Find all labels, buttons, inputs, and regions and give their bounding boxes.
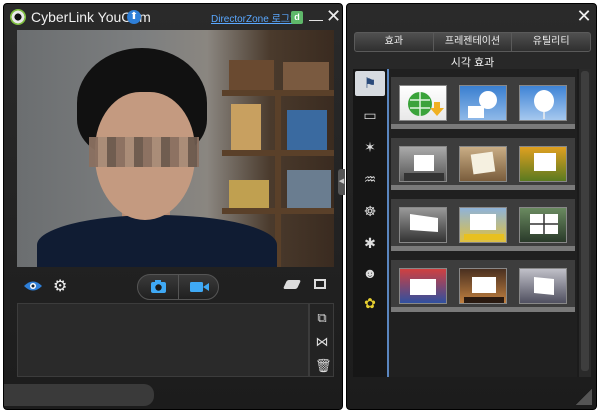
tab-effects[interactable]: 효과 [355,33,434,51]
import-icon[interactable]: ⧉ [315,311,329,325]
effect-thumbnail[interactable] [459,207,507,243]
mask-icon[interactable]: ♒ [361,170,379,188]
effect-thumbnail[interactable] [519,207,567,243]
effect-thumbnail[interactable] [459,85,507,121]
photo-capture-button[interactable] [138,275,179,299]
youcam-logo [10,9,26,25]
theater-stage-icon [464,277,504,303]
effects-row [391,138,575,190]
effects-tabs: 효과 프레젠테이션 유틸리티 [354,32,591,52]
title-bar[interactable]: CyberLink YouCam ⬆ DirectorZone 로그인 d — … [4,4,342,30]
directorzone-icon[interactable]: d [291,11,303,24]
taxi-street-icon [464,214,504,240]
directorzone-login-link[interactable]: DirectorZone 로그인 [211,10,299,25]
share-icon[interactable]: ⋈ [315,335,329,349]
balloon-icon [534,90,554,119]
eraser-icon[interactable] [282,280,302,289]
resize-grip[interactable] [576,389,592,405]
effect-thumbnail[interactable] [519,268,567,304]
book [287,170,331,208]
magic-wand-icon[interactable]: ✶ [361,138,379,156]
media-tray-tools: ⧉ ⋈ 🗑 [309,303,334,377]
box [229,60,274,90]
picture-frame-icon [470,151,496,175]
effects-scrollbar-thumb[interactable] [581,71,589,371]
person-body [37,215,277,267]
panel-title: 시각 효과 [450,57,495,69]
tab-presentation[interactable]: 프레젠테이션 [434,33,513,51]
flag-icon[interactable]: ⚑ [361,74,379,92]
effects-close-button[interactable]: ✕ [576,7,592,25]
effect-thumbnail[interactable] [459,268,507,304]
avatar-icon[interactable]: ☸ [361,202,379,220]
window-frame-icon [530,214,558,234]
effects-row [391,260,575,312]
effects-row [391,199,575,251]
effects-area: ⚑ ▭ ✶ ♒ ☸ ✱ ☻ ✿ [353,69,591,377]
delete-icon[interactable]: 🗑 [315,359,332,373]
frame-icon[interactable]: ▭ [361,106,379,124]
autumn-frame-icon [534,153,556,171]
effect-thumbnail[interactable] [399,207,447,243]
book [287,110,327,150]
effect-thumbnail[interactable] [459,146,507,182]
minimize-button[interactable]: — [309,8,323,27]
times-square-icon [410,279,436,295]
video-camera-icon [190,282,209,292]
box [283,62,329,90]
camera-window: CyberLink YouCam ⬆ DirectorZone 로그인 d — … [3,3,345,410]
city-building-icon [534,277,554,295]
effect-thumbnail[interactable] [399,146,447,182]
tab-utilities[interactable]: 유틸리티 [512,33,590,51]
media-tray[interactable] [17,303,309,377]
status-bar [4,384,154,406]
video-capture-button[interactable] [179,275,219,299]
download-globe-icon [408,92,444,116]
room-frame-icon [404,155,444,181]
billboard-icon [410,214,438,232]
update-icon[interactable]: ⬆ [127,10,141,24]
emoticon-icon[interactable]: ☻ [361,264,379,282]
category-rail: ⚑ ▭ ✶ ♒ ☸ ✱ ☻ ✿ [353,69,387,377]
privacy-blur [89,137,199,167]
effect-thumbnail[interactable] [399,85,447,121]
particle-icon[interactable]: ✱ [361,234,379,252]
effect-thumbnail[interactable] [519,85,567,121]
effect-thumbnail[interactable] [519,146,567,182]
box [229,180,269,208]
window-mode-icon[interactable] [314,279,326,289]
bubble-frame-icon [468,91,497,118]
expand-panel-handle[interactable]: ◀ [338,169,345,195]
camera-toolbar: ⚙ [17,272,334,302]
book [231,104,261,150]
sticker-icon[interactable]: ✿ [361,294,379,312]
camera-preview [17,30,334,267]
eye-icon[interactable] [23,279,43,293]
effects-row [391,77,575,129]
settings-gear-icon[interactable]: ⚙ [53,276,67,296]
close-button[interactable]: ✕ [326,7,341,25]
effect-thumbnail[interactable] [399,268,447,304]
camera-icon [151,280,166,293]
capture-mode-group [137,274,219,300]
effects-window: ✕ 효과 프레젠테이션 유틸리티 시각 효과 ⚑ ▭ ✶ ♒ ☸ ✱ ☻ ✿ [346,3,597,410]
